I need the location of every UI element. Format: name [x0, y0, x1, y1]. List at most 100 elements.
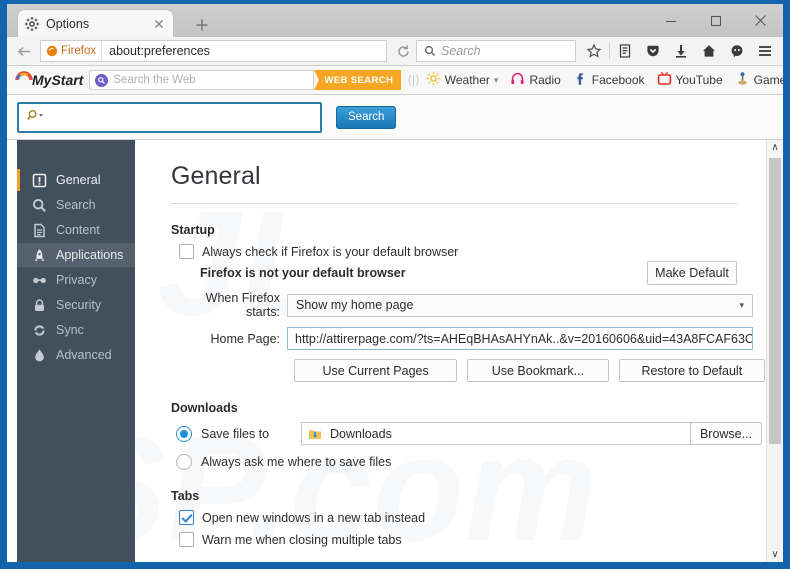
reload-icon[interactable]: [390, 39, 416, 63]
vertical-scrollbar[interactable]: ∧ ∨: [766, 140, 783, 562]
navigation-toolbar: Firefox about:preferences Search: [7, 37, 783, 66]
tabs-option-row[interactable]: Open new windows in a new tab instead: [171, 510, 765, 525]
sun-icon: [426, 71, 441, 89]
new-tab-button[interactable]: [193, 16, 211, 34]
restore-to-default-button[interactable]: Restore to Default: [618, 359, 765, 382]
use-bookmark-label: Use Bookmark...: [491, 363, 585, 378]
tab-strip: Options: [7, 4, 783, 37]
web-search-button[interactable]: WEB SEARCH: [314, 70, 402, 90]
url-text[interactable]: about:preferences: [102, 44, 210, 58]
default-browser-status: Firefox is not your default browser: [200, 266, 406, 280]
sync-icon: [31, 322, 47, 338]
mystart-link-label: Games: [753, 73, 783, 87]
open-new-windows-label: Open new windows in a new tab instead: [202, 510, 426, 525]
toolbar-grip-icon: ⟨|⟩: [407, 73, 420, 87]
mystart-link-weather[interactable]: Weather ▾: [426, 71, 499, 89]
warn-closing-tabs-checkbox[interactable]: [179, 532, 194, 547]
save-files-to-radio[interactable]: [176, 425, 192, 442]
home-icon[interactable]: [695, 39, 723, 63]
mystart-search-placeholder: Search the Web: [113, 74, 196, 86]
startup-heading: Startup: [171, 223, 215, 237]
sidebar-item-content[interactable]: Content: [17, 218, 135, 242]
chevron-down-icon[interactable]: ▾: [494, 75, 499, 86]
scroll-up-arrow-icon[interactable]: ∧: [767, 140, 783, 155]
home-page-value: http://attirerpage.com/?ts=AHEqBHAsAHYnA…: [295, 331, 753, 346]
sidebar-item-general[interactable]: General: [17, 168, 135, 192]
sidebar-item-advanced[interactable]: Advanced: [17, 343, 135, 367]
default-browser-check-row[interactable]: Always check if Firefox is your default …: [171, 244, 765, 259]
minimize-button[interactable]: [648, 6, 693, 36]
toolbar-search-placeholder: Search: [441, 44, 481, 58]
tab-options[interactable]: Options: [18, 10, 173, 37]
mystart-logo[interactable]: MyStart: [13, 70, 83, 90]
maximize-button[interactable]: [693, 6, 738, 36]
headphones-icon: [510, 71, 525, 89]
close-icon[interactable]: [151, 16, 167, 32]
downloads-icon[interactable]: [667, 39, 695, 63]
open-new-windows-checkbox[interactable]: [179, 510, 194, 525]
identity-box: Firefox: [41, 41, 103, 61]
sync-chat-icon[interactable]: [723, 39, 751, 63]
url-bar[interactable]: Firefox about:preferences: [40, 40, 387, 62]
toolbar-search-box[interactable]: Search: [416, 40, 576, 62]
identity-label: Firefox: [61, 45, 97, 57]
tab-title: Options: [46, 16, 90, 31]
always-ask-radio[interactable]: [176, 454, 192, 470]
make-default-button[interactable]: Make Default: [647, 261, 737, 285]
home-page-input[interactable]: http://attirerpage.com/?ts=AHEqBHAsAHYnA…: [287, 327, 753, 350]
window-controls: [648, 4, 783, 37]
sidebar-item-search[interactable]: Search: [17, 193, 135, 217]
restore-to-default-label: Restore to Default: [641, 363, 743, 378]
close-button[interactable]: [738, 6, 783, 36]
tabs-heading: Tabs: [171, 489, 200, 503]
use-current-pages-button[interactable]: Use Current Pages: [294, 359, 458, 382]
mystart-link-label: Facebook: [591, 73, 645, 87]
hamburger-menu-icon[interactable]: [751, 39, 779, 63]
browser-window: Options Firefox about:preferences Search…: [0, 0, 790, 569]
use-bookmark-button[interactable]: Use Bookmark...: [467, 359, 609, 382]
mystart-link-radio[interactable]: Radio: [510, 71, 561, 89]
back-button-icon[interactable]: [11, 39, 37, 63]
sidebar-item-sync[interactable]: Sync: [17, 318, 135, 342]
mystart-link-games[interactable]: Games: [735, 71, 783, 89]
search-button[interactable]: Search: [336, 105, 397, 129]
pocket-icon[interactable]: [639, 39, 667, 63]
gear-icon: [24, 16, 40, 32]
browse-button[interactable]: Browse...: [690, 422, 762, 445]
sidebar-item-label: General: [56, 173, 101, 187]
reader-list-icon[interactable]: [611, 39, 639, 63]
search-input[interactable]: [17, 101, 322, 133]
search-icon: [31, 197, 47, 213]
mystart-link-youtube[interactable]: YouTube: [657, 71, 723, 89]
magnifier-dropdown-icon[interactable]: [27, 108, 47, 127]
lock-icon: [31, 297, 47, 313]
when-starts-value: Show my home page: [296, 298, 414, 312]
mystart-link-label: Weather: [444, 73, 490, 87]
sidebar-item-label: Sync: [56, 323, 84, 337]
always-ask-row[interactable]: Always ask me where to save files: [171, 454, 765, 470]
sidebar-item-applications[interactable]: Applications: [17, 243, 135, 267]
mystart-search-input[interactable]: Search the Web: [89, 70, 315, 90]
downloads-heading: Downloads: [171, 401, 238, 415]
when-starts-row: When Firefox starts: Show my home page ▾: [171, 291, 765, 319]
bookmark-star-icon[interactable]: [580, 39, 608, 63]
scroll-down-arrow-icon[interactable]: ∨: [767, 547, 783, 562]
tabs-option-row[interactable]: Warn me when closing multiple tabs: [171, 532, 765, 547]
sidebar-item-security[interactable]: Security: [17, 293, 135, 317]
sidebar-item-label: Advanced: [56, 348, 112, 362]
always-ask-label: Always ask me where to save files: [201, 455, 392, 469]
save-files-to-label: Save files to: [201, 426, 270, 441]
mystart-link-facebook[interactable]: Facebook: [573, 71, 645, 89]
sidebar-item-privacy[interactable]: Privacy: [17, 268, 135, 292]
privacy-mask-icon: [31, 272, 47, 288]
when-starts-select[interactable]: Show my home page ▾: [287, 293, 753, 317]
content-icon: [31, 222, 47, 238]
sidebar-item-label: Privacy: [56, 273, 97, 287]
scrollbar-thumb[interactable]: [769, 158, 781, 444]
mystart-brand-text: MyStart: [32, 72, 84, 88]
sidebar-item-label: Applications: [56, 248, 124, 262]
default-browser-checkbox[interactable]: [179, 244, 194, 259]
title-divider: [171, 203, 737, 204]
page-title: General: [171, 162, 261, 190]
download-folder-field[interactable]: Downloads: [301, 422, 691, 445]
